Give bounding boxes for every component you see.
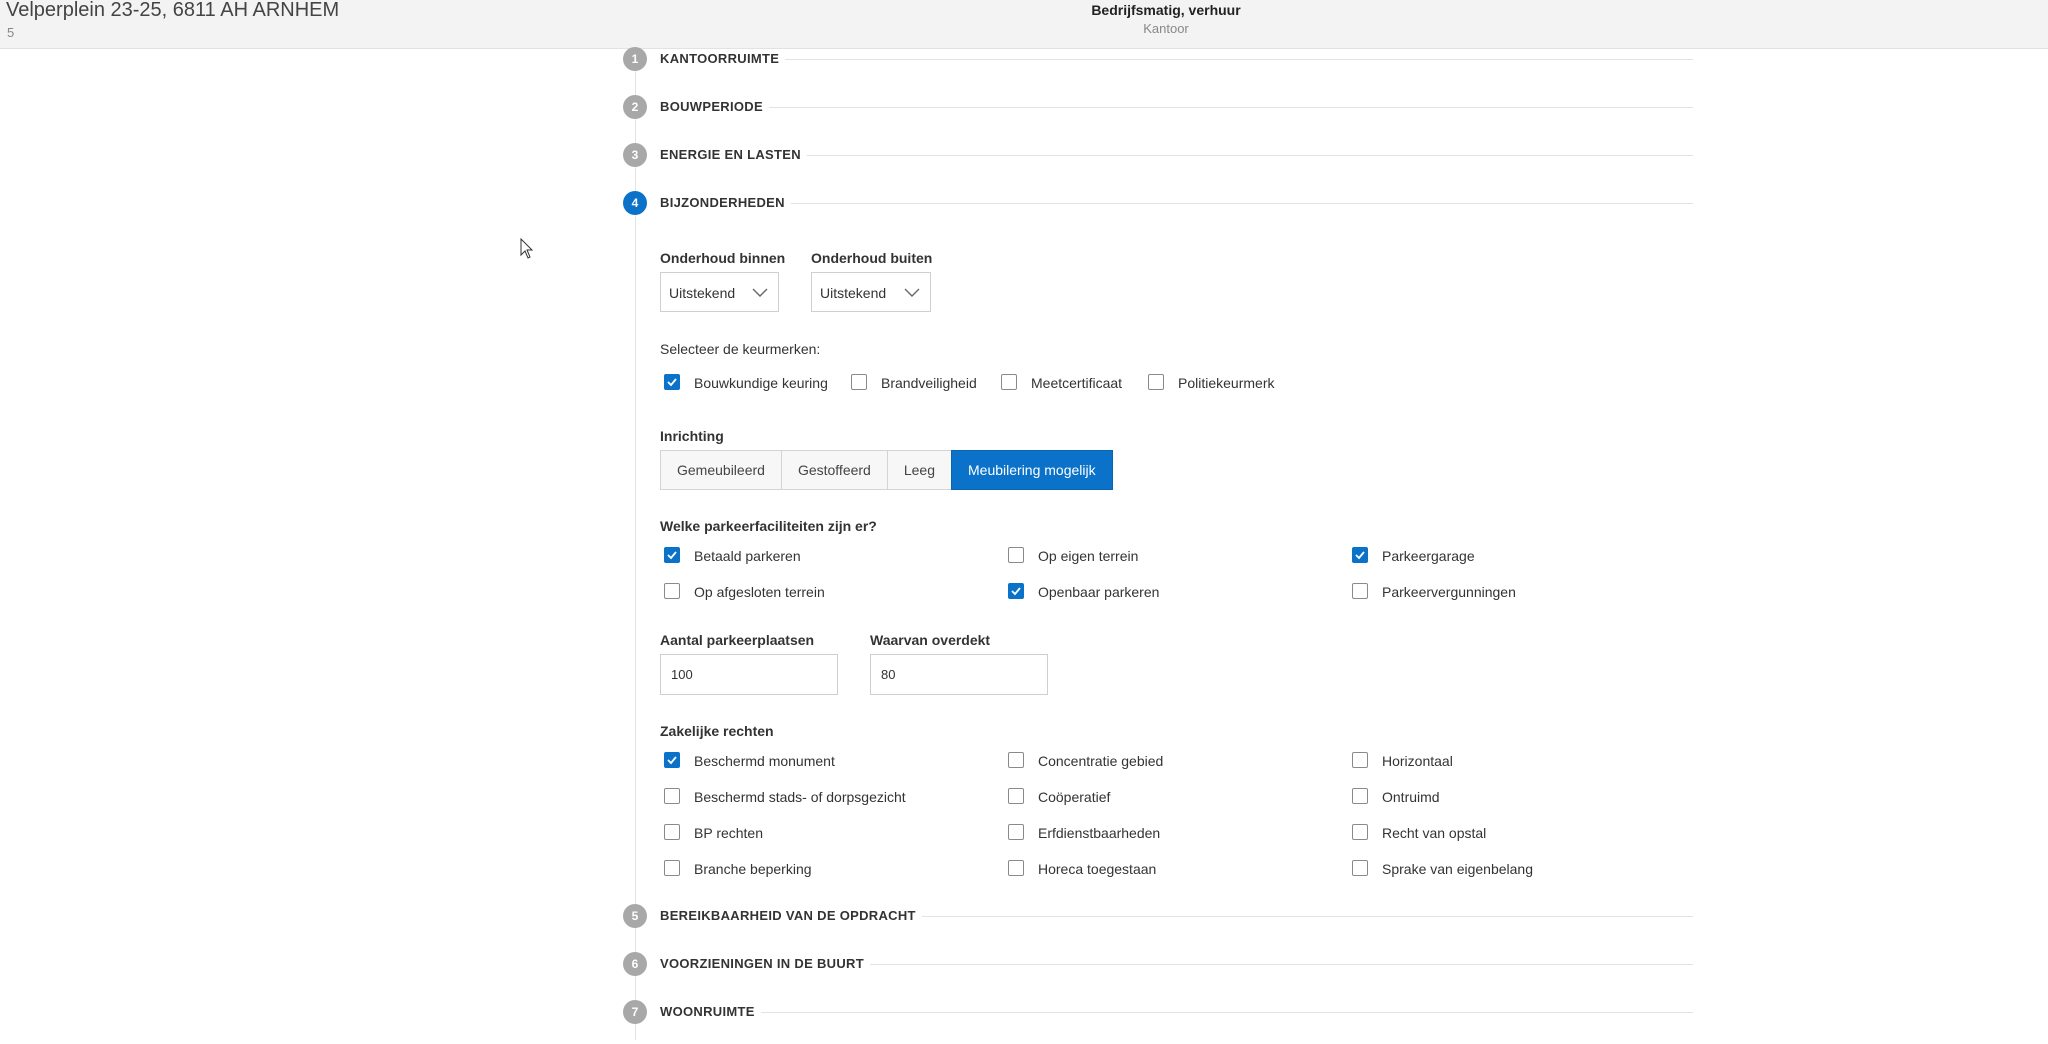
checkbox-box[interactable]	[1352, 752, 1368, 768]
checkbox-box[interactable]	[851, 374, 867, 390]
waarvan-overdekt-label: Waarvan overdekt	[870, 632, 991, 648]
step-energie-en-lasten[interactable]: 3 ENERGIE EN LASTEN	[623, 143, 1693, 169]
inrichting-option-gemeubileerd[interactable]: Gemeubileerd	[660, 450, 781, 490]
checkbox-box[interactable]	[1008, 547, 1024, 563]
onderhoud-binnen-label: Onderhoud binnen	[660, 250, 786, 266]
chevron-down-icon	[752, 285, 768, 303]
checkmark-icon	[1011, 587, 1021, 596]
checkbox-box[interactable]	[664, 583, 680, 599]
top-bar: Velperplein 23-25, 6811 AH ARNHEM 5 Bedr…	[0, 0, 2048, 49]
object-address: Velperplein 23-25, 6811 AH ARNHEM	[6, 0, 340, 21]
checkbox-box[interactable]	[664, 374, 680, 390]
onderhoud-buiten-select[interactable]: Uitstekend	[811, 272, 931, 312]
step-bouwperiode[interactable]: 2 BOUWPERIODE	[623, 95, 1693, 121]
checkmark-icon	[667, 756, 677, 765]
checkbox-box[interactable]	[1352, 583, 1368, 599]
aantal-parkeerplaatsen-label: Aantal parkeerplaatsen	[660, 632, 815, 648]
step-kantoorruimte[interactable]: 1 KANTOORRUIMTE	[623, 47, 1693, 73]
waarvan-overdekt-input[interactable]: 80	[870, 654, 1048, 695]
aantal-parkeerplaatsen-input[interactable]: 100	[660, 654, 838, 695]
checkbox-box[interactable]	[1008, 860, 1024, 876]
checkbox-box[interactable]	[664, 860, 680, 876]
checkmark-icon	[667, 378, 677, 387]
keurmerken-label: Selecteer de keurmerken:	[660, 341, 821, 357]
chevron-down-icon	[904, 285, 920, 303]
checkbox-box[interactable]	[1001, 374, 1017, 390]
checkbox-box[interactable]	[1008, 583, 1024, 599]
checkbox-box[interactable]	[1352, 860, 1368, 876]
zakelijke-rechten-label: Zakelijke rechten	[660, 723, 774, 739]
checkbox-box[interactable]	[664, 824, 680, 840]
inrichting-option-leeg[interactable]: Leeg	[886, 450, 951, 490]
checkbox-box[interactable]	[1008, 824, 1024, 840]
step-number: 6	[623, 952, 647, 976]
step-title: KANTOORRUIMTE	[660, 51, 786, 66]
step-title: ENERGIE EN LASTEN	[660, 147, 807, 162]
checkmark-icon	[667, 551, 677, 560]
step-woonruimte[interactable]: 7 WOONRUIMTE	[623, 1000, 1693, 1026]
step-number: 4	[623, 191, 647, 215]
checkbox-box[interactable]	[1352, 824, 1368, 840]
step-title: BEREIKBAARHEID VAN DE OPDRACHT	[660, 908, 922, 923]
checkbox-box[interactable]	[1008, 788, 1024, 804]
inrichting-label: Inrichting	[660, 428, 724, 444]
step-number: 1	[623, 47, 647, 71]
step-number: 2	[623, 95, 647, 119]
step-title: BOUWPERIODE	[660, 99, 769, 114]
checkbox-box[interactable]	[664, 547, 680, 563]
inrichting-segmented-control: Gemeubileerd Gestoffeerd Leeg Meubilerin…	[660, 450, 1113, 490]
checkbox-box[interactable]	[1352, 788, 1368, 804]
checkbox-box[interactable]	[1148, 374, 1164, 390]
step-voorzieningen[interactable]: 6 VOORZIENINGEN IN DE BUURT	[623, 952, 1693, 978]
checkbox-box[interactable]	[1008, 752, 1024, 768]
parkeer-label: Welke parkeerfaciliteiten zijn er?	[660, 518, 877, 534]
inrichting-option-gestoffeerd[interactable]: Gestoffeerd	[780, 450, 887, 490]
checkbox-box[interactable]	[664, 788, 680, 804]
step-bereikbaarheid[interactable]: 5 BEREIKBAARHEID VAN DE OPDRACHT	[623, 904, 1693, 930]
checkbox-box[interactable]	[664, 752, 680, 768]
step-number: 5	[623, 904, 647, 928]
checkbox-box[interactable]	[1352, 547, 1368, 563]
inrichting-option-meubilering-mogelijk[interactable]: Meubilering mogelijk	[951, 450, 1113, 490]
mouse-pointer-icon	[520, 237, 534, 265]
step-title: WOONRUIMTE	[660, 1004, 761, 1019]
step-bijzonderheden[interactable]: 4 BIJZONDERHEDEN	[623, 191, 1693, 217]
step-number: 3	[623, 143, 647, 167]
object-address-sub: 5	[7, 25, 15, 40]
onderhoud-binnen-select[interactable]: Uitstekend	[660, 272, 779, 312]
onderhoud-buiten-label: Onderhoud buiten	[811, 250, 933, 266]
step-number: 7	[623, 1000, 647, 1024]
step-title: BIJZONDERHEDEN	[660, 195, 791, 210]
step-title: VOORZIENINGEN IN DE BUURT	[660, 956, 870, 971]
checkmark-icon	[1355, 551, 1365, 560]
